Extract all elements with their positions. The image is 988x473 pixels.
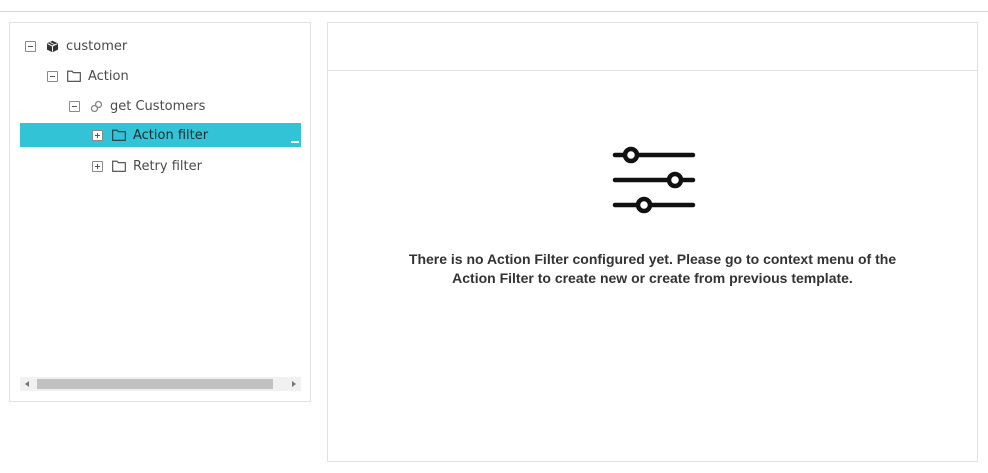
tree-node-retry-filter[interactable]: Retry filter <box>20 155 306 177</box>
cube-icon <box>45 39 59 53</box>
folder-icon <box>67 69 81 83</box>
scroll-right-icon[interactable] <box>287 377 301 391</box>
horizontal-scrollbar[interactable] <box>20 377 301 391</box>
tree-node-label: customer <box>66 38 128 54</box>
folder-icon <box>112 128 126 142</box>
selection-marker <box>291 141 299 143</box>
collapse-toggle-icon[interactable] <box>47 70 58 82</box>
tree-node-label: get Customers <box>110 98 206 114</box>
scrollbar-thumb[interactable] <box>37 379 273 389</box>
expand-toggle-icon[interactable] <box>92 129 103 141</box>
scroll-left-icon[interactable] <box>20 377 34 391</box>
empty-state-message: There is no Action Filter configured yet… <box>388 250 917 288</box>
collapse-toggle-icon[interactable] <box>69 100 80 112</box>
tree-node-get-customers[interactable]: get Customers <box>20 95 306 117</box>
tree-node-customer[interactable]: customer <box>20 35 306 57</box>
sliders-icon <box>612 143 696 215</box>
content-header <box>328 23 977 71</box>
folder-icon <box>112 159 126 173</box>
tree-node-label: Action <box>88 68 129 84</box>
content-panel: There is no Action Filter configured yet… <box>327 22 978 462</box>
tree-node-action-filter[interactable]: Action filter <box>20 123 301 147</box>
empty-state-line-1: There is no Action Filter configured yet… <box>408 251 897 267</box>
empty-state-line-2: Action Filter to create new or create fr… <box>452 270 853 286</box>
expand-toggle-icon[interactable] <box>92 160 103 172</box>
collapse-toggle-icon[interactable] <box>25 40 36 52</box>
tree-node-label: Retry filter <box>133 158 202 174</box>
top-divider <box>0 11 988 12</box>
tree-panel: customer Action get Customers Action fil… <box>9 22 311 402</box>
link-icon <box>89 99 103 113</box>
tree-node-action[interactable]: Action <box>20 65 306 87</box>
tree-node-label: Action filter <box>133 127 209 143</box>
